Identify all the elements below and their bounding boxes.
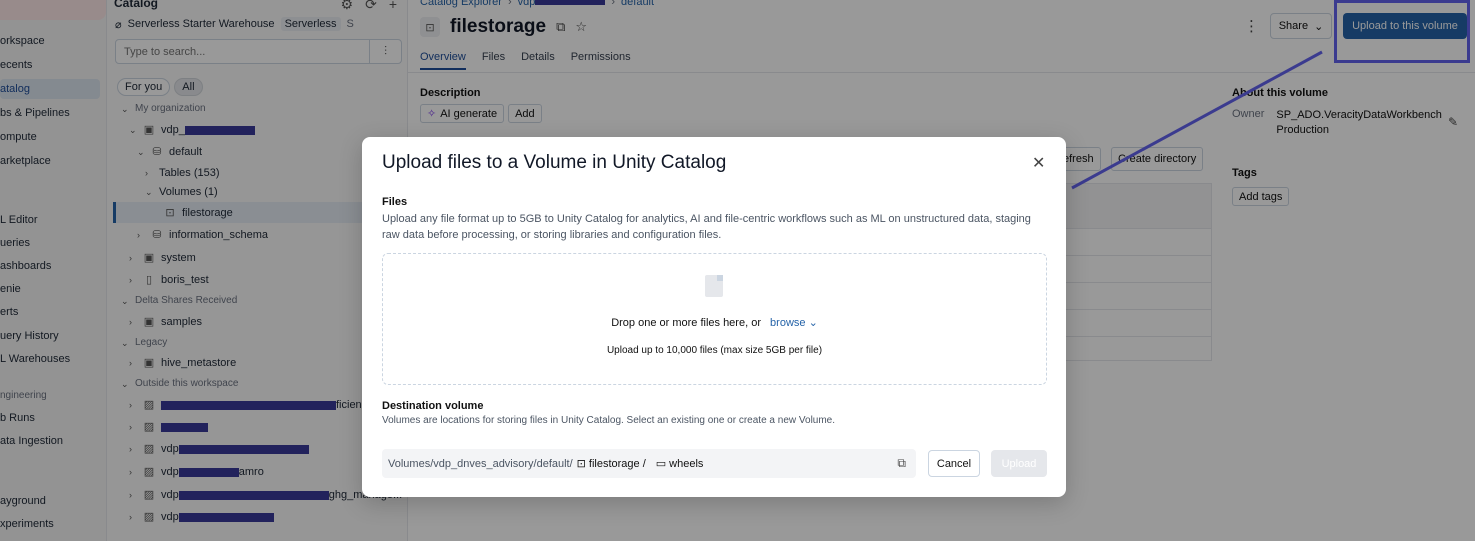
drop-instructions: Drop one or more files here, or (611, 317, 761, 329)
path-volume: filestorage / (588, 457, 646, 470)
browse-link[interactable]: browse ⌄ (770, 317, 818, 329)
path-prefix: Volumes/vdp_dnves_advisory/default/ (388, 457, 573, 470)
folder-icon: ▭ (655, 458, 667, 470)
chevron-down-icon: ⌄ (808, 317, 818, 329)
files-label: Files (382, 196, 408, 208)
files-description: Upload any file format up to 5GB to Unit… (382, 213, 1031, 241)
upload-dialog: Upload files to a Volume in Unity Catalo… (362, 137, 1066, 497)
upload-limit-text: Upload up to 10,000 files (max size 5GB … (606, 345, 823, 356)
destination-label: Destination volume (382, 400, 484, 412)
copy-icon[interactable]: ⧉ (897, 456, 906, 471)
path-folder: wheels (669, 457, 704, 470)
dialog-title: Upload files to a Volume in Unity Catalo… (382, 152, 727, 173)
file-icon (705, 275, 723, 297)
destination-description: Volumes are locations for storing files … (382, 415, 836, 426)
file-dropzone[interactable]: Drop one or more files here, or browse ⌄… (382, 253, 1047, 385)
volume-icon: ⊡ (576, 458, 586, 470)
cancel-button[interactable]: Cancel (928, 450, 980, 477)
destination-path[interactable]: Volumes/vdp_dnves_advisory/default/ ⊡ fil… (382, 449, 916, 478)
close-icon[interactable]: ✕ (1032, 153, 1045, 173)
upload-button[interactable]: Upload (991, 450, 1047, 477)
